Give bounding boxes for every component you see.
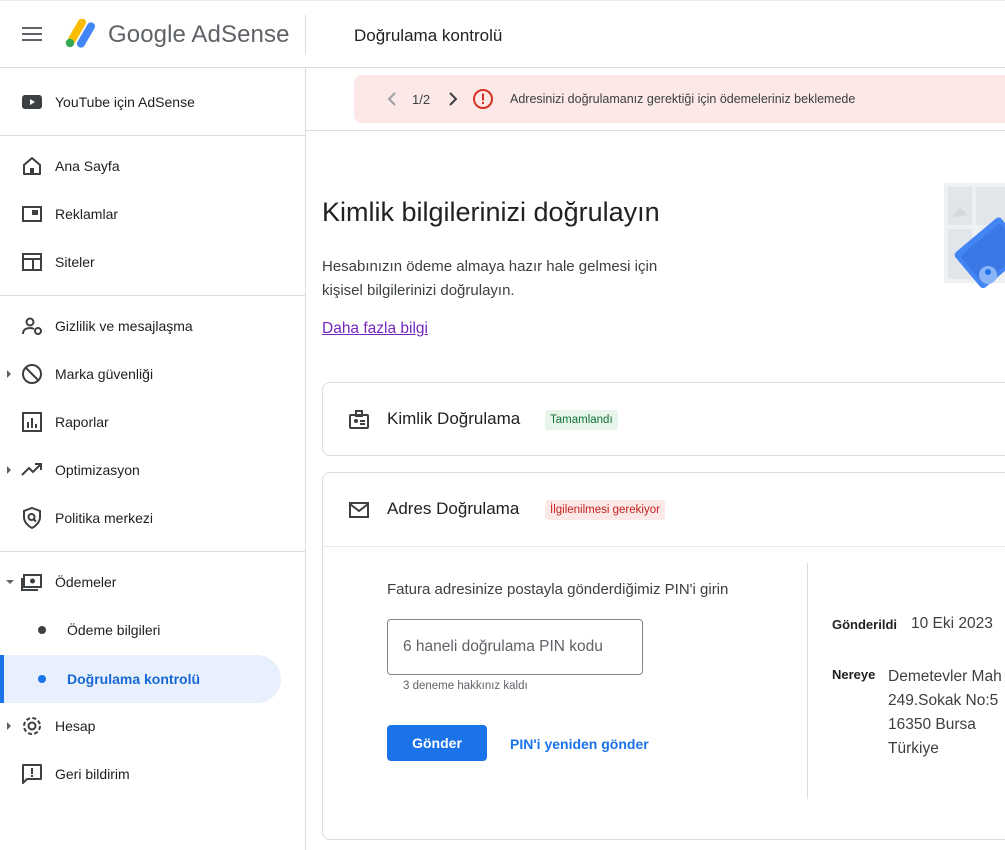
sent-label: Gönderildi (832, 617, 897, 632)
alert-counter: 1/2 (412, 92, 431, 107)
pin-instruction: Fatura adresinize postayla gönderdiğimiz… (387, 581, 729, 598)
badge-id-icon (349, 410, 369, 429)
block-icon (22, 364, 42, 384)
send-button[interactable]: Gönder (387, 725, 487, 761)
expand-caret-icon[interactable] (7, 370, 11, 378)
mailing-address: Demetevler Mah 249.Sokak No:5 16350 Burs… (888, 665, 1002, 761)
collapse-caret-icon[interactable] (6, 580, 14, 584)
youtube-icon (22, 95, 42, 109)
chevron-right-icon[interactable] (445, 89, 461, 109)
address-line: 249.Sokak No:5 (888, 692, 999, 709)
sidebar-item-ads[interactable]: Reklamlar (0, 190, 306, 238)
learn-more-link[interactable]: Daha fazla bilgi (322, 320, 428, 338)
sidebar-item-label: Hesap (55, 718, 96, 734)
feedback-icon (22, 764, 42, 784)
attempts-remaining: 3 deneme hakkınız kaldı (403, 680, 528, 692)
sidebar-divider (0, 551, 306, 552)
sidebar-item-label: Ödeme bilgileri (67, 622, 161, 638)
bullet-dot (38, 675, 46, 683)
brand-name: Google AdSense (108, 21, 290, 48)
sidebar-item-feedback[interactable]: Geri bildirim (0, 750, 306, 798)
bullet-dot (38, 626, 46, 634)
adsense-logo (65, 19, 95, 48)
status-badge: Tamamlandı (545, 410, 618, 430)
top-app-bar: Google AdSense Doğrulama kontrolü (0, 0, 1005, 68)
sidebar-item-label: Gizlilik ve mesajlaşma (55, 318, 193, 334)
home-icon (23, 157, 41, 175)
sidebar-item-label: Geri bildirim (55, 766, 130, 782)
sidebar-item-label: YouTube için AdSense (55, 94, 195, 110)
expand-caret-icon[interactable] (7, 466, 11, 474)
header-divider (305, 15, 306, 55)
sidebar-item-label: Marka güvenliği (55, 366, 154, 382)
sidebar-item-optimization[interactable]: Optimizasyon (0, 446, 306, 494)
content-divider (306, 130, 1005, 131)
address-verification-card: Adres Doğrulama İlgilenilmesi gerekiyor … (322, 472, 1005, 840)
sidebar-item-label: Ana Sayfa (55, 158, 120, 174)
sidebar-item-payments[interactable]: Ödemeler (0, 558, 306, 606)
sidebar-item-label: Reklamlar (55, 206, 119, 222)
pin-input[interactable] (387, 619, 643, 675)
page-title: Kimlik bilgilerinizi doğrulayın (322, 197, 660, 227)
sidebar-item-reports[interactable]: Raporlar (0, 398, 306, 446)
identity-card-illustration (944, 183, 1005, 289)
identity-verification-card[interactable]: Kimlik Doğrulama Tamamlandı (322, 382, 1005, 456)
sidebar-item-verification-check[interactable]: Doğrulama kontrolü (0, 655, 281, 703)
card-title: Adres Doğrulama (387, 499, 520, 518)
payment-hold-alert: 1/2 Adresinizi doğrulamanız gerektiği iç… (354, 75, 1005, 123)
address-line: Türkiye (888, 740, 939, 757)
sent-date: 10 Eki 2023 (911, 615, 993, 632)
page-heading: Doğrulama kontrolü (354, 26, 503, 45)
sidebar-item-youtube[interactable]: YouTube için AdSense (0, 78, 306, 126)
sidebar-item-payment-info[interactable]: Ödeme bilgileri (0, 606, 306, 654)
sidebar-item-label: Ödemeler (55, 574, 117, 590)
payments-icon (21, 574, 42, 591)
sidebar-divider (0, 135, 306, 136)
trending-icon (21, 463, 42, 476)
reports-icon (22, 412, 42, 432)
resend-pin-link[interactable]: PIN'i yeniden gönder (510, 736, 649, 752)
sites-icon (22, 253, 42, 271)
error-icon (473, 89, 493, 109)
address-line: 16350 Bursa (888, 716, 976, 733)
mail-icon (349, 502, 369, 518)
sidebar-item-label: Siteler (55, 254, 95, 270)
sidebar-item-home[interactable]: Ana Sayfa (0, 142, 306, 190)
status-badge: İlgilenilmesi gerekiyor (545, 500, 665, 520)
address-line: Demetevler Mah (888, 668, 1002, 685)
sidebar-item-policy-center[interactable]: Politika merkezi (0, 494, 306, 542)
chevron-left-icon[interactable] (384, 89, 400, 109)
sidebar-divider (0, 295, 306, 296)
sidebar-item-label: Raporlar (55, 414, 109, 430)
alert-message: Adresinizi doğrulamanız gerektiği için ö… (510, 92, 856, 106)
sidebar-item-label: Optimizasyon (55, 462, 140, 478)
card-divider (323, 546, 1005, 547)
policy-shield-icon (23, 506, 41, 530)
page-description: Hesabınızın ödeme almaya hazır hale gelm… (322, 258, 658, 299)
sidebar-item-label: Doğrulama kontrolü (67, 671, 201, 687)
card-title: Kimlik Doğrulama (387, 409, 521, 428)
ads-icon (22, 206, 42, 222)
destination-label: Nereye (832, 667, 876, 682)
sidebar-nav: YouTube için AdSense Ana Sayfa Reklamlar… (0, 68, 306, 850)
sidebar-item-privacy[interactable]: Gizlilik ve mesajlaşma (0, 302, 306, 350)
sidebar-item-account[interactable]: Hesap (0, 702, 306, 750)
vertical-divider (807, 563, 808, 799)
sidebar-item-brand-safety[interactable]: Marka güvenliği (0, 350, 306, 398)
expand-caret-icon[interactable] (7, 722, 11, 730)
gear-icon (23, 717, 41, 735)
privacy-icon (22, 317, 42, 335)
sidebar-item-sites[interactable]: Siteler (0, 238, 306, 286)
sidebar-item-label: Politika merkezi (55, 510, 154, 526)
hamburger-menu-icon[interactable] (20, 23, 44, 47)
